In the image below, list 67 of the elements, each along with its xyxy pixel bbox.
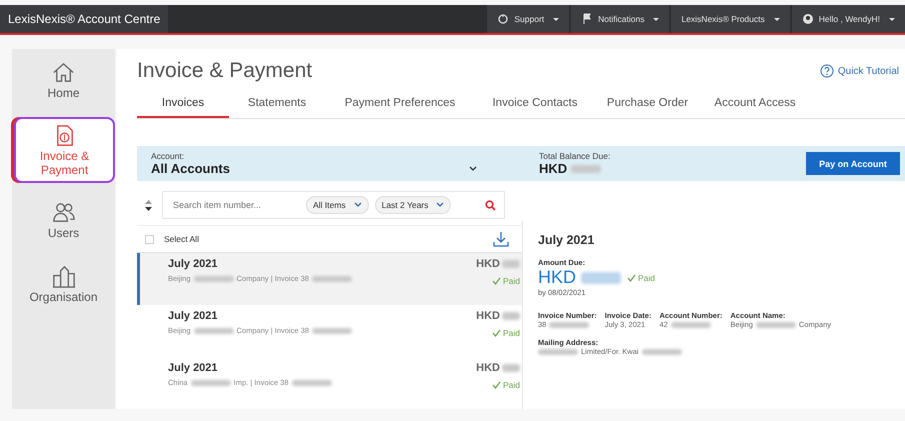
sort-icon [145, 200, 152, 210]
page-title: Invoice & Payment [137, 59, 312, 83]
tab[interactable]: Invoices [137, 89, 229, 118]
check-icon [492, 381, 501, 389]
redacted-blur [581, 272, 622, 284]
tab[interactable]: Payment Preferences [325, 89, 475, 118]
brand-title: LexisNexis® Account Centre [0, 5, 168, 33]
paid-status: Paid [492, 380, 520, 390]
search-icon[interactable] [485, 200, 496, 210]
invoice-title: July 2021 [168, 310, 219, 322]
tab[interactable]: Purchase Order [595, 89, 700, 118]
check-icon [492, 277, 501, 285]
redacted-blur [538, 348, 578, 354]
text: HKD [538, 267, 576, 288]
sidebar-item[interactable]: Invoice & Payment [14, 117, 115, 183]
paid-status: Paid [627, 272, 656, 282]
detail-title: July 2021 [538, 233, 596, 247]
top-menu[interactable]: LexisNexis® Products [671, 5, 790, 33]
top-menu[interactable]: Support [487, 5, 570, 33]
account-select[interactable]: All Accounts [151, 161, 469, 176]
balance-label: Total Balance Due: [539, 151, 610, 161]
download-icon[interactable] [492, 230, 510, 248]
buildings-icon [50, 264, 76, 290]
circle-icon [497, 13, 510, 25]
redacted-blur [312, 328, 352, 334]
items-filter[interactable]: All Items [306, 196, 369, 214]
redacted-blur [502, 312, 520, 320]
top-menu[interactable]: Notifications [571, 5, 670, 33]
text: HKD [476, 258, 500, 270]
text: HKD [476, 310, 500, 322]
pay-on-account-button[interactable]: Pay on Account [806, 152, 900, 175]
user-icon [802, 13, 814, 25]
paid-status: Paid [492, 328, 520, 338]
redacted-blur [194, 276, 234, 282]
check-icon [492, 329, 501, 337]
redacted-blur [292, 380, 332, 386]
search-field[interactable]: Search item number... All Items Last 2 Years [162, 191, 505, 219]
period-filter[interactable]: Last 2 Years [374, 196, 452, 214]
select-all-checkbox[interactable] [145, 234, 154, 244]
redacted-blur [670, 322, 711, 328]
account-label: Account: [151, 151, 186, 161]
redacted-blur [502, 260, 520, 268]
redacted-blur [571, 164, 602, 172]
invoice-title: July 2021 [168, 258, 219, 270]
chevron-down-icon [354, 202, 362, 208]
redacted-blur [312, 276, 352, 282]
chevron-down-icon [436, 202, 444, 208]
tab[interactable]: Invoice Contacts [475, 89, 595, 118]
flag-icon [581, 13, 594, 25]
redacted-blur [190, 380, 231, 386]
redacted-blur [549, 322, 590, 328]
text: HKD [476, 362, 500, 374]
paid-status: Paid [492, 276, 520, 286]
invoice-title: July 2021 [168, 362, 219, 374]
quick-tutorial-link[interactable]: Quick Tutorial [820, 64, 899, 78]
redacted-blur [756, 322, 796, 328]
check-icon [627, 274, 636, 282]
tab[interactable]: Account Access [700, 89, 810, 118]
redacted-blur [194, 328, 234, 334]
redacted-blur [502, 364, 520, 372]
help-icon [820, 64, 834, 78]
redacted-blur [642, 348, 682, 354]
tab[interactable]: Statements [229, 89, 325, 118]
chevron-down-icon [469, 166, 477, 172]
text: HKD [539, 161, 568, 176]
select-all-label: Select All [164, 234, 199, 244]
top-menu[interactable]: Hello , WendyH! [792, 5, 905, 33]
